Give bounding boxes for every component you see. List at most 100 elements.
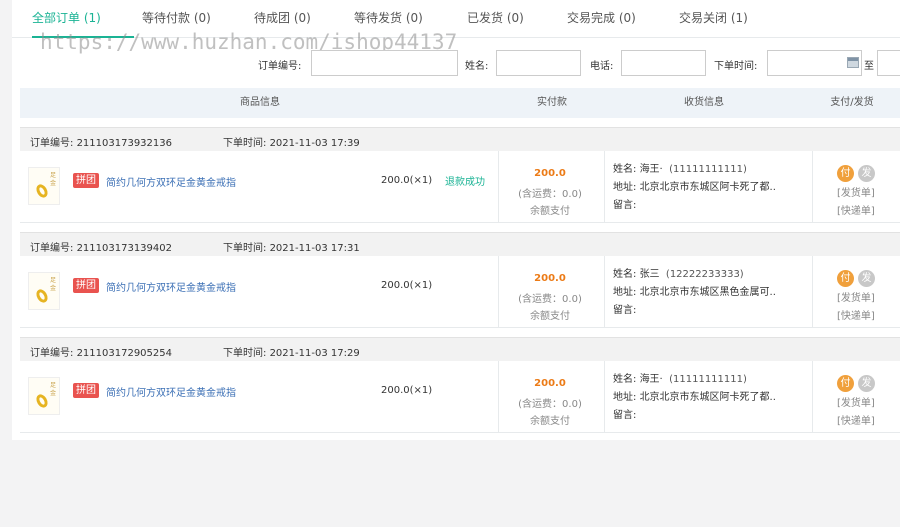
paid-icon: 付 (837, 375, 854, 392)
phone-input[interactable] (621, 50, 706, 76)
col-paid: 实付款 (537, 97, 567, 108)
buyer-note: 留言: (613, 200, 637, 211)
shipping-fee: (含运费：0.0) (518, 189, 582, 200)
receiver-address: 地址: 北京北京市东城区黑色金属可.. (613, 283, 776, 298)
ship-icon: 发 (858, 165, 875, 182)
product-thumbnail[interactable]: 足金 (28, 167, 60, 205)
order-time-value: 2021-11-03 17:39 (269, 138, 360, 149)
ship-icon: 发 (858, 375, 875, 392)
name-input[interactable] (496, 50, 581, 76)
tab-count: (0) (193, 11, 211, 25)
ship-icon: 发 (858, 270, 875, 287)
col-pay-ship: 支付/发货 (830, 97, 874, 108)
order-time: 下单时间: 2021-11-03 17:31 (223, 239, 360, 254)
tab-label: 等待发货 (354, 11, 403, 25)
order-header: 订单编号: 211103172905254 下单时间: 2021-11-03 1… (20, 337, 900, 361)
express-order-link[interactable]: [快递单] (837, 307, 875, 322)
receiver-address: 地址: 北京北京市东城区阿卡死了都.. (613, 178, 776, 193)
receiver-address: 地址: 北京北京市东城区阿卡死了都.. (613, 388, 776, 403)
col-product: 商品信息 (240, 97, 280, 108)
to-label: 至 (864, 61, 874, 72)
divider (604, 151, 605, 223)
shipping-order-link[interactable]: [发货单] (837, 394, 875, 409)
order-no-value: 211103172905254 (76, 348, 172, 359)
product-thumbnail[interactable]: 足金 (28, 377, 60, 415)
calendar-icon[interactable] (847, 57, 859, 68)
shipping-fee: (含运费：0.0) (518, 294, 582, 305)
name-label: 姓名: (613, 374, 637, 385)
tab-closed[interactable]: 交易关闭 (1) (679, 0, 748, 38)
phone-value: (11111111111) (669, 164, 747, 175)
order-time: 下单时间: 2021-11-03 17:29 (223, 344, 360, 359)
order-header: 订单编号: 211103173139402 下单时间: 2021-11-03 1… (20, 232, 900, 256)
price-quantity: 200.0(×1) (381, 280, 433, 291)
thumbnail-mark: 足金 (50, 382, 57, 397)
address-label: 地址: (613, 287, 637, 298)
order-time-label: 下单时间: (223, 243, 267, 254)
express-order-link[interactable]: [快递单] (837, 202, 875, 217)
express-order-link[interactable]: [快递单] (837, 412, 875, 427)
address-label: 地址: (613, 182, 637, 193)
name-value: 张三 (639, 269, 660, 280)
divider (812, 256, 813, 328)
tab-awaiting-shipment[interactable]: 等待发货 (0) (354, 0, 423, 38)
tab-label: 等待付款 (142, 11, 191, 25)
shipping-order-link[interactable]: [发货单] (837, 289, 875, 304)
tab-label: 待成团 (254, 11, 291, 25)
buyer-note: 留言: (613, 305, 637, 316)
paid-amount: 200.0 (534, 378, 566, 389)
tab-count: (0) (293, 11, 311, 25)
shipping-order-link[interactable]: [发货单] (837, 184, 875, 199)
order-time-label: 下单时间: (223, 348, 267, 359)
group-buy-badge: 拼团 (73, 383, 99, 398)
tab-label: 交易完成 (567, 11, 616, 25)
address-label: 地址: (613, 392, 637, 403)
product-link[interactable]: 简约几何方双环足金黄金戒指 (106, 279, 236, 294)
address-value: 北京北京市东城区阿卡死了都.. (639, 182, 776, 193)
address-value: 北京北京市东城区阿卡死了都.. (639, 392, 776, 403)
paid-icon: 付 (837, 165, 854, 182)
thumbnail-mark: 足金 (50, 277, 57, 292)
name-label: 姓名: (465, 61, 489, 72)
name-label: 姓名: (613, 269, 637, 280)
order-header: 订单编号: 211103173932136 下单时间: 2021-11-03 1… (20, 127, 900, 151)
table-header: 商品信息 实付款 收货信息 支付/发货 (20, 88, 900, 118)
tab-label: 交易关闭 (679, 11, 728, 25)
group-buy-badge: 拼团 (73, 173, 99, 188)
divider (604, 361, 605, 433)
product-thumbnail[interactable]: 足金 (28, 272, 60, 310)
time-label: 下单时间: (714, 61, 758, 72)
refund-status: 退款成功 (445, 177, 485, 188)
tab-awaiting-payment[interactable]: 等待付款 (0) (142, 0, 211, 38)
tab-awaiting-group[interactable]: 待成团 (0) (254, 0, 311, 38)
group-buy-badge: 拼团 (73, 278, 99, 293)
payment-method: 余额支付 (530, 311, 570, 322)
price-quantity: 200.0(×1) (381, 385, 433, 396)
receiver-name: 姓名: 海王· (11111111111) (613, 160, 747, 175)
name-label: 姓名: (613, 164, 637, 175)
tab-count: (0) (618, 11, 636, 25)
product-link[interactable]: 简约几何方双环足金黄金戒指 (106, 174, 236, 189)
receiver-name: 姓名: 张三 (12222233333) (613, 265, 744, 280)
tab-label: 已发货 (467, 11, 504, 25)
order-no: 订单编号: 211103172905254 (30, 344, 172, 359)
end-date-input[interactable] (877, 50, 900, 76)
product-link[interactable]: 简约几何方双环足金黄金戒指 (106, 384, 236, 399)
order-no-label: 订单编号: (258, 61, 302, 72)
col-receiver: 收货信息 (684, 97, 724, 108)
name-value: 海王· (639, 164, 663, 175)
orders-panel: 全部订单 (1) 等待付款 (0) 待成团 (0) 等待发货 (0) 已发货 (… (12, 0, 900, 440)
tab-all-orders[interactable]: 全部订单 (1) (32, 0, 134, 38)
order-no-value: 211103173139402 (76, 243, 172, 254)
phone-label: 电话: (590, 61, 614, 72)
divider (812, 151, 813, 223)
order-no-input[interactable] (311, 50, 458, 76)
tab-completed[interactable]: 交易完成 (0) (567, 0, 636, 38)
paid-icon: 付 (837, 270, 854, 287)
tab-shipped[interactable]: 已发货 (0) (467, 0, 524, 38)
phone-value: (12222233333) (665, 269, 744, 280)
order-row: 订单编号: 211103173139402 下单时间: 2021-11-03 1… (20, 232, 900, 328)
order-no-label: 订单编号: (30, 348, 74, 359)
order-time-value: 2021-11-03 17:31 (269, 243, 360, 254)
order-row: 订单编号: 211103173932136 下单时间: 2021-11-03 1… (20, 127, 900, 223)
